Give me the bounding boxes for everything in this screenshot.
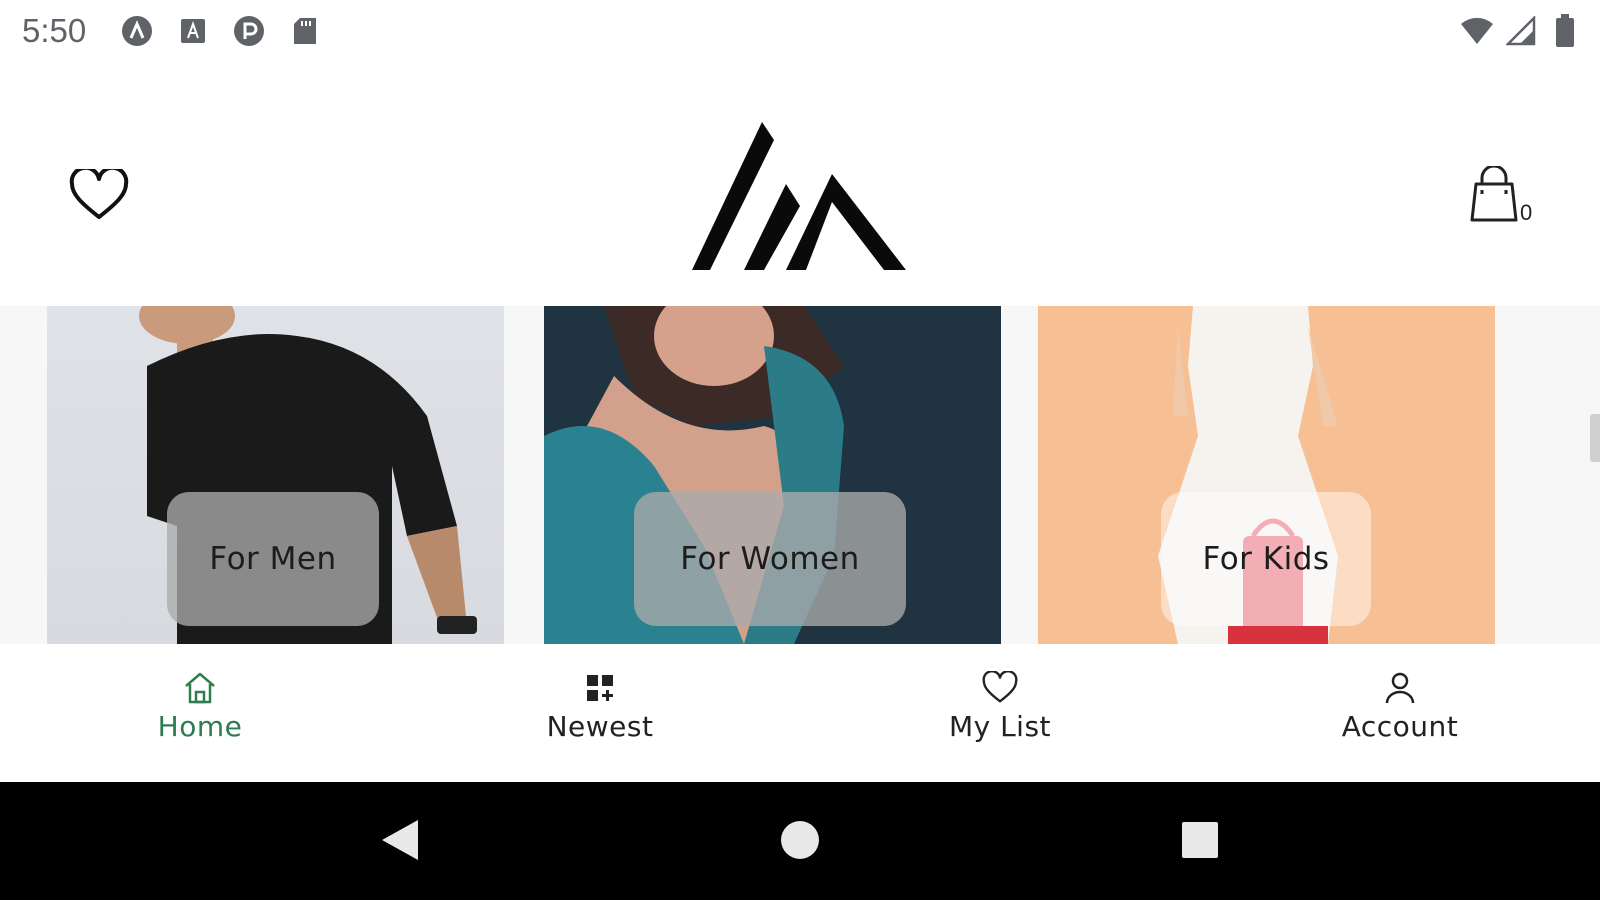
category-label-women: For Women	[634, 492, 906, 626]
brand-logo	[692, 122, 906, 272]
nav-label-my-list: My List	[948, 710, 1052, 743]
category-carousel[interactable]: For Men For Women For Kids	[0, 306, 1600, 644]
heart-outline-icon	[69, 169, 129, 219]
nav-item-account[interactable]: Account	[1200, 644, 1600, 782]
cart-button[interactable]: 0	[1468, 164, 1540, 232]
scroll-indicator[interactable]	[1590, 414, 1600, 462]
nav-item-newest[interactable]: Newest	[400, 644, 800, 782]
bottom-navigation: Home Newest My List Account	[0, 644, 1600, 782]
nav-item-home[interactable]: Home	[0, 644, 400, 782]
back-triangle-icon	[382, 820, 418, 860]
font-a-icon	[176, 14, 210, 48]
category-card-women[interactable]: For Women	[544, 306, 1001, 644]
nav-label-home: Home	[157, 710, 243, 743]
status-right	[1460, 14, 1582, 48]
home-icon	[182, 670, 218, 706]
home-system-button[interactable]	[770, 810, 830, 870]
nav-item-my-list[interactable]: My List	[800, 644, 1200, 782]
signal-icon	[1504, 14, 1538, 48]
category-label-kids: For Kids	[1161, 492, 1371, 626]
app-screen: 5:50 0 For Men For Women For Kids Home N…	[0, 0, 1600, 900]
cart-count-badge: 0	[1520, 200, 1533, 225]
status-left: 5:50	[22, 12, 322, 50]
category-card-kids[interactable]: For Kids	[1038, 306, 1495, 644]
battery-icon	[1548, 14, 1582, 48]
heart-outline-icon	[982, 670, 1018, 706]
sd-card-icon	[288, 14, 322, 48]
status-time: 5:50	[22, 12, 87, 49]
wifi-icon	[1460, 14, 1494, 48]
category-card-men[interactable]: For Men	[47, 306, 504, 644]
app-p-icon	[232, 14, 266, 48]
app-header: 0	[0, 100, 1600, 290]
category-label-men: For Men	[167, 492, 379, 626]
recents-button[interactable]	[1170, 810, 1230, 870]
nav-label-account: Account	[1341, 710, 1459, 743]
favorites-button[interactable]	[66, 165, 132, 225]
shopping-bag-icon	[1470, 164, 1518, 222]
person-icon	[1382, 670, 1418, 706]
status-bar: 5:50	[0, 0, 1600, 62]
home-circle-icon	[781, 821, 819, 859]
nav-label-newest: Newest	[546, 710, 654, 743]
recents-square-icon	[1182, 822, 1218, 858]
app-a-icon	[120, 14, 154, 48]
grid-plus-icon	[582, 670, 618, 706]
system-navigation-bar	[0, 782, 1600, 900]
back-button[interactable]	[370, 810, 430, 870]
